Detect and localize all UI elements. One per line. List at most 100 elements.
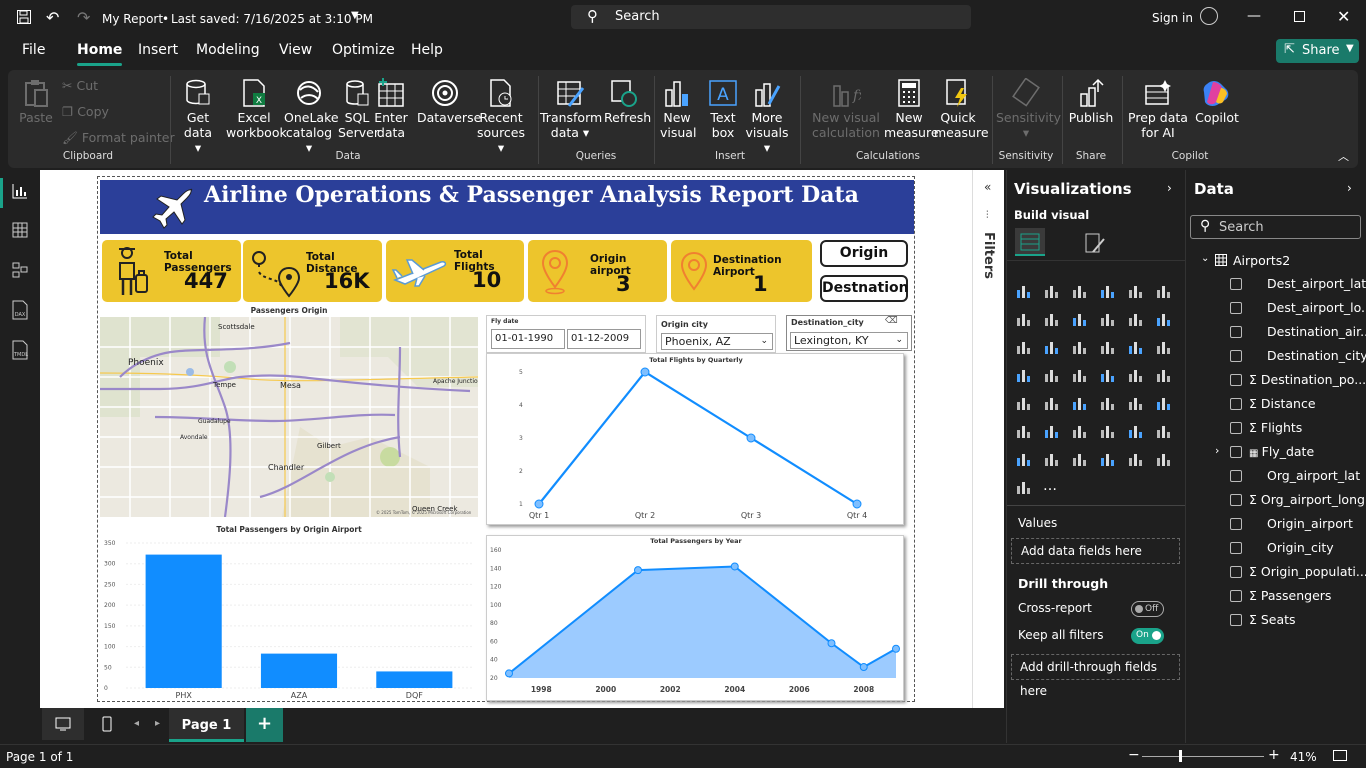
field-checkbox[interactable] [1230,590,1242,602]
save-icon[interactable] [16,9,32,29]
drill-through-drop-well[interactable]: Add drill-through fields here [1011,654,1180,698]
dax-query-icon[interactable]: DAX [10,300,30,320]
sql-server-button[interactable]: SQL Server [338,78,379,140]
field-item[interactable]: Σ Org_airport_long [1249,492,1365,507]
get-data-button[interactable]: Get data ▾ [180,78,216,155]
visual-type-icon[interactable] [1155,338,1175,358]
chevron-right-icon[interactable]: › [1347,181,1352,195]
format-painter-button[interactable]: 🖌 Format painter [62,130,175,145]
recent-sources-button[interactable]: Recent sources ▾ [474,78,528,155]
share-button[interactable]: ⇱ Share ▼ [1276,39,1359,63]
field-checkbox[interactable] [1230,494,1242,506]
kpi-total-passengers[interactable]: Total Passengers 447 [102,240,241,302]
kpi-total-flights[interactable]: Total Flights 10 [386,240,524,302]
eraser-icon[interactable]: ⌫ [885,316,898,326]
visual-type-icon[interactable] [1155,366,1175,386]
visual-type-icon[interactable] [1071,282,1091,302]
scroll-right-icon[interactable]: ▸ [155,718,160,729]
visual-type-icon[interactable] [1127,450,1147,470]
field-item[interactable]: ▦ Fly_date [1249,444,1314,459]
add-page-button[interactable]: + [246,708,283,742]
visual-type-icon[interactable] [1015,450,1035,470]
flights-by-quarter-chart[interactable]: Total Flights by Quarterly 5 4 3 2 1 Qtr 1 Qtr … [486,353,904,525]
visual-type-icon[interactable] [1127,338,1147,358]
visual-type-icon[interactable] [1015,422,1035,442]
visual-type-icon[interactable] [1127,282,1147,302]
format-visual-icon[interactable] [1083,232,1107,256]
avatar-icon[interactable] [1200,7,1218,25]
sensitivity-button[interactable]: Sensitivity ▾ [996,78,1061,140]
report-name[interactable]: My Report [102,12,163,26]
field-checkbox[interactable] [1230,566,1242,578]
visual-type-icon[interactable] [1043,394,1063,414]
field-checkbox[interactable] [1230,302,1242,314]
date-to-input[interactable]: 01-12-2009 [567,329,641,349]
close-icon[interactable]: ✕ [1337,7,1350,26]
cross-report-toggle[interactable]: Off [1131,601,1164,617]
visual-type-icon[interactable] [1043,422,1063,442]
tab-file[interactable]: File [22,42,45,58]
desktop-layout-button[interactable] [42,708,84,740]
quick-measure-button[interactable]: Quick measure [934,78,989,140]
tab-insert[interactable]: Insert [138,42,178,58]
kpi-destination-airport[interactable]: Destination Airport 1 [671,240,812,302]
tmdl-view-icon[interactable]: TMDL [10,340,32,360]
field-item[interactable]: Origin_airport [1267,516,1353,531]
more-visuals-button[interactable]: More visuals ▾ [744,78,790,155]
visual-type-icon[interactable] [1043,450,1063,470]
new-measure-button[interactable]: New measure [884,78,939,140]
new-visual-button[interactable]: New visual [660,78,696,140]
values-drop-well[interactable]: Add data fields here [1011,538,1180,564]
field-item[interactable]: Σ Flights [1249,420,1302,435]
model-view-icon[interactable] [12,262,28,278]
visual-type-icon[interactable] [1155,422,1175,442]
visual-type-icon[interactable] [1127,422,1147,442]
visual-type-icon[interactable] [1071,394,1091,414]
visual-type-icon[interactable] [1071,338,1091,358]
zoom-out-icon[interactable]: − [1128,747,1140,763]
new-visual-calculation-button[interactable]: fx New visual calculation [806,78,886,140]
page-tab-1[interactable]: Page 1 [169,708,244,742]
field-checkbox[interactable] [1230,398,1242,410]
field-checkbox[interactable] [1230,518,1242,530]
keep-filters-toggle[interactable]: On [1131,628,1164,644]
visual-type-icon[interactable] [1015,394,1035,414]
transform-data-button[interactable]: Transform data ▾ [540,78,602,140]
field-checkbox[interactable] [1230,614,1242,626]
restore-icon[interactable] [1294,11,1305,22]
visual-type-icon[interactable] [1043,310,1063,330]
field-item[interactable]: Dest_airport_lo... [1267,300,1366,315]
visual-type-icon[interactable] [1071,366,1091,386]
visual-type-icon[interactable] [1015,282,1035,302]
field-item[interactable]: Σ Origin_populati... [1249,564,1366,579]
kpi-total-distance[interactable]: Total Distance 16K [243,240,382,302]
visual-type-icon[interactable] [1127,394,1147,414]
visual-type-icon[interactable] [1155,450,1175,470]
field-checkbox[interactable] [1230,278,1242,290]
visual-type-icon[interactable] [1015,478,1035,498]
visual-type-icon[interactable] [1015,310,1035,330]
onelake-catalog-button[interactable]: OneLake catalog ▾ [284,78,339,155]
visual-type-icon[interactable] [1015,366,1035,386]
visual-type-icon[interactable] [1043,338,1063,358]
dataverse-button[interactable]: Dataverse [417,78,481,125]
visual-type-icon[interactable] [1099,338,1119,358]
text-box-button[interactable]: A Text box [706,78,740,140]
search-box[interactable]: ⚲ Search [571,5,971,29]
chevron-left-icon[interactable]: « [984,180,991,194]
paste-button[interactable]: Paste [18,78,54,125]
passengers-by-year-chart[interactable]: Total Passengers by Year 160 140 120 100 80 60… [486,535,904,701]
chevron-down-icon[interactable]: ▼ [351,10,359,21]
field-checkbox[interactable] [1230,374,1242,386]
field-checkbox[interactable] [1230,542,1242,554]
sign-in-link[interactable]: Sign in [1152,11,1193,25]
report-view-icon[interactable] [12,183,28,199]
redo-icon[interactable]: ↷ [77,8,90,27]
excel-workbook-button[interactable]: X Excel workbook [226,78,287,140]
visual-type-icon[interactable] [1099,394,1119,414]
tab-help[interactable]: Help [411,42,443,58]
field-item[interactable]: Destination_air... [1267,324,1366,339]
table-view-icon[interactable] [12,222,28,238]
field-checkbox[interactable] [1230,470,1242,482]
visual-type-icon[interactable] [1099,366,1119,386]
